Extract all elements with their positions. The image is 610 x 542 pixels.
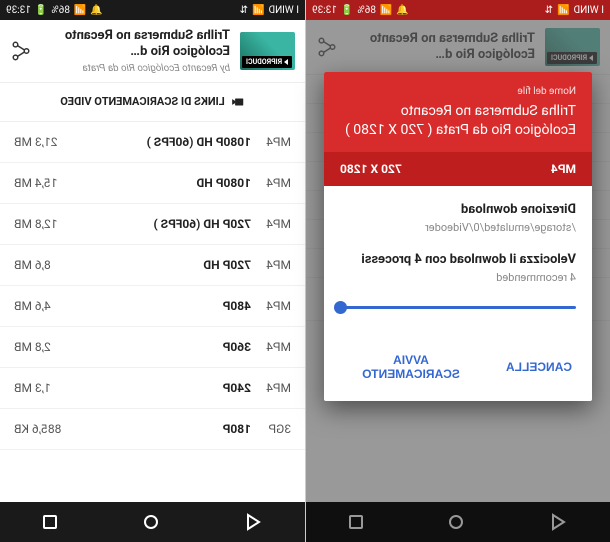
filesize-label: 4,6 MB (14, 299, 51, 313)
clock-label: 13:39 (6, 5, 31, 16)
download-confirm-dialog: Nome del file Trilha Submersa no Recanto… (324, 72, 592, 401)
speed-recommendation: 4 recommended (340, 271, 576, 284)
format-label: MP4 (251, 340, 291, 354)
section-header: LINKS DI SCARICAMENTO VIDEO (0, 83, 305, 122)
status-bar: I WIND 📶⇅ 🔔 📶 86% 🔋 13:39 (0, 0, 305, 20)
format-label: MP4 (251, 299, 291, 313)
play-button[interactable]: RIPRODUCI (242, 56, 292, 68)
resolution-label: 1080P HD (60FPS ) (58, 135, 251, 149)
clock-label: 13:39 (312, 5, 337, 16)
format-label: MP4 (251, 135, 291, 149)
download-option-row[interactable]: MP41080P HD (60FPS )21,3 MB (0, 122, 305, 163)
filename-label: Nome del file (340, 86, 576, 97)
download-dir-label: Direzione download (340, 202, 576, 217)
filename-value: Trilha Submersa no Recanto Ecológico Rio… (340, 102, 576, 140)
resolution-label: 180P (61, 422, 251, 436)
filesize-label: 8,6 MB (14, 258, 51, 272)
video-icon (231, 95, 245, 109)
filesize-label: 15,4 MB (14, 176, 58, 190)
resolution-label: 240P (51, 381, 251, 395)
threads-slider[interactable] (340, 306, 576, 309)
status-bar: I WIND 📶⇅ 🔔 📶 86% 🔋 13:39 (306, 0, 610, 20)
format-label: MP4 (251, 258, 291, 272)
filesize-label: 12,8 MB (14, 217, 58, 231)
filesize-label: 1,3 MB (14, 381, 51, 395)
nav-home-icon[interactable] (144, 515, 158, 529)
resolution-label: 1080P HD (58, 176, 251, 190)
video-header: RIPRODUCI Trilha Submersa no Recanto Eco… (0, 20, 305, 83)
format-label: MP4 (251, 176, 291, 190)
battery-label: 86% (357, 5, 376, 16)
video-thumbnail[interactable]: RIPRODUCI (240, 32, 295, 70)
resolution-label: 480P (51, 299, 251, 313)
download-option-row[interactable]: MP4480P4,6 MB (0, 286, 305, 327)
filesize-label: 21,3 MB (14, 135, 58, 149)
nav-back-icon[interactable] (244, 513, 262, 531)
cancel-button[interactable]: CANCELLA (494, 343, 584, 391)
carrier-label: I WIND (574, 5, 605, 16)
phone-screen-download-dialog: I WIND 📶⇅ 🔔 📶 86% 🔋 13:39 RIPRODUCI Tril… (305, 0, 610, 542)
download-option-row[interactable]: MP4720P HD (60FPS )12,8 MB (0, 204, 305, 245)
format-label: MP4 (251, 217, 291, 231)
download-option-row[interactable]: 3GP180P885,6 KB (0, 409, 305, 450)
download-dir-value[interactable]: /storage/emulated/0/Videoder (340, 221, 576, 234)
download-option-row[interactable]: MP4720P HD8,6 MB (0, 245, 305, 286)
format-label: 3GP (251, 422, 291, 436)
resolution-label: 360P (51, 340, 251, 354)
filesize-label: 885,6 KB (14, 422, 61, 436)
filesize-label: 2,8 MB (14, 340, 51, 354)
nav-recent-icon[interactable] (43, 515, 57, 529)
download-option-row[interactable]: MP4360P2,8 MB (0, 327, 305, 368)
start-download-button[interactable]: AVVIA SCARICAMENTO (332, 343, 490, 391)
share-icon[interactable] (10, 40, 32, 62)
resolution-value: 720 X 1280 (340, 162, 402, 176)
battery-label: 86% (51, 5, 70, 16)
video-title: Trilha Submersa no Recanto Ecológico Rio… (38, 28, 230, 61)
resolution-label: 720P HD (51, 258, 251, 272)
resolution-label: 720P HD (60FPS ) (58, 217, 251, 231)
carrier-label: I WIND (269, 5, 300, 16)
download-links-list[interactable]: MP41080P HD (60FPS )21,3 MBMP41080P HD15… (0, 122, 305, 503)
slider-thumb-icon[interactable] (334, 301, 347, 314)
format-label: MP4 (251, 381, 291, 395)
download-option-row[interactable]: MP4240P1,3 MB (0, 368, 305, 409)
phone-screen-download-links: I WIND 📶⇅ 🔔 📶 86% 🔋 13:39 RIPRODUCI Tril… (0, 0, 305, 542)
format-value: MP4 (551, 162, 576, 176)
download-option-row[interactable]: MP41080P HD15,4 MB (0, 163, 305, 204)
video-author: by Recanto Ecológico Rio da Prata (38, 63, 230, 74)
android-navbar (0, 502, 305, 542)
speed-label: Velocizza il download con 4 processi (340, 252, 576, 267)
